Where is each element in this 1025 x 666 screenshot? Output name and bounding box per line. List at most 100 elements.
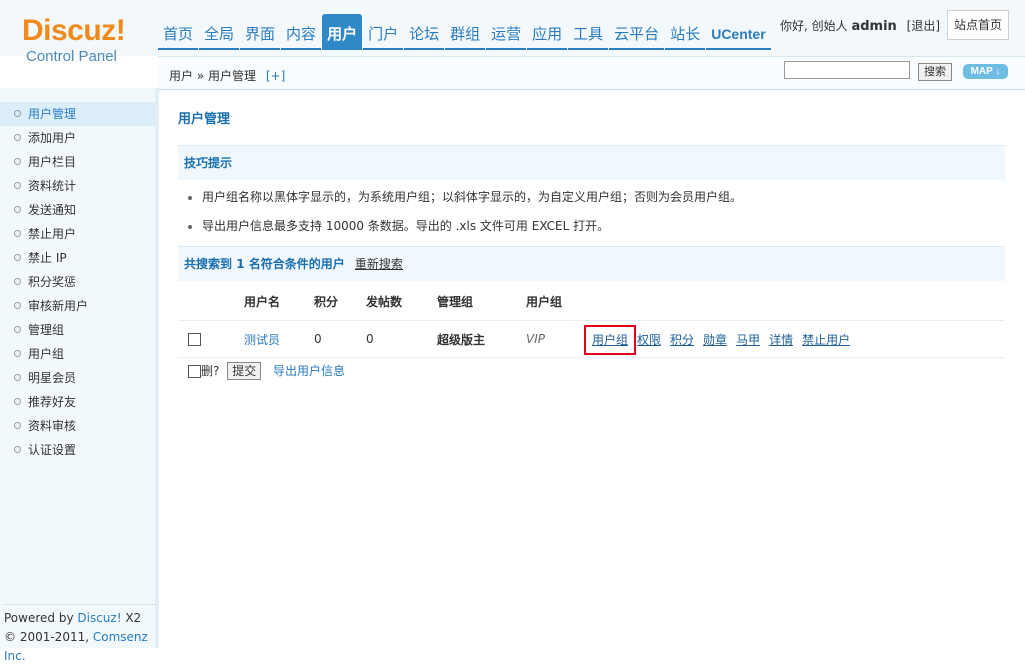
table-footer: 删? 提交 导出用户信息	[188, 362, 345, 380]
export-users-link[interactable]: 导出用户信息	[273, 364, 345, 378]
header-posts: 发帖数	[365, 282, 436, 321]
top-header: Discuz! Control Panel 首页 全局 界面 内容 用户 门户 …	[0, 0, 1025, 65]
nav-global[interactable]: 全局	[199, 14, 240, 50]
logo-brand: Discuz!	[22, 14, 126, 47]
map-button[interactable]: MAP ↓	[963, 64, 1008, 79]
sidebar-item-label: 管理组	[28, 323, 65, 337]
action-details-link[interactable]: 详情	[769, 333, 793, 347]
header-username: 用户名	[243, 282, 313, 321]
nav-forum[interactable]: 论坛	[404, 14, 445, 50]
sidebar-item-recommend-friends[interactable]: 推荐好友	[0, 390, 155, 414]
nav-webmaster[interactable]: 站长	[665, 14, 706, 50]
discuz-link[interactable]: Discuz!	[77, 611, 121, 625]
top-navigation: 首页 全局 界面 内容 用户 门户 论坛 群组 运营 应用 工具 云平台 站长 …	[158, 14, 772, 50]
sidebar-item-ban-ip[interactable]: 禁止 IP	[0, 246, 155, 270]
breadcrumb-current: 用户管理	[208, 69, 257, 83]
sidebar-item-label: 审核新用户	[28, 299, 89, 313]
header-check	[178, 282, 243, 321]
action-medals-link[interactable]: 勋章	[703, 333, 727, 347]
bullet-icon	[14, 398, 21, 405]
sidebar-item-label: 资料统计	[28, 179, 77, 193]
nav-home[interactable]: 首页	[158, 14, 199, 50]
powered-by: Powered by Discuz! X2 © 2001-2011, Comse…	[4, 604, 155, 666]
sidebar-item-admin-groups[interactable]: 管理组	[0, 318, 155, 342]
table-header: 用户名 积分 发帖数 管理组 用户组	[178, 282, 1005, 321]
search-input[interactable]	[784, 61, 910, 79]
greeting: 你好, 创始人	[780, 19, 848, 33]
nav-cloud[interactable]: 云平台	[609, 14, 665, 50]
sidebar-item-label: 积分奖惩	[28, 275, 77, 289]
tips-title: 技巧提示	[184, 156, 233, 170]
header-user-group: 用户组	[525, 282, 591, 321]
sidebar-item-send-notice[interactable]: 发送通知	[0, 198, 155, 222]
search-button[interactable]: 搜索	[918, 63, 952, 81]
delete-checkbox[interactable]	[188, 365, 201, 378]
table-row: 测试员 0 0 超级版主 VIP 用户组 权限 积分 勋章 马甲 详情 禁止用户	[178, 320, 1005, 358]
sidebar-item-add-user[interactable]: 添加用户	[0, 126, 155, 150]
sidebar-item-user-groups[interactable]: 用户组	[0, 342, 155, 366]
bullet-icon	[14, 254, 21, 261]
breadcrumb-separator: »	[196, 69, 205, 83]
action-credits-link[interactable]: 积分	[670, 333, 694, 347]
bullet-icon	[14, 230, 21, 237]
result-prefix: 共搜索到	[184, 257, 237, 271]
credits-cell: 0	[313, 320, 365, 358]
discuz-logo[interactable]: Discuz! Control Panel	[0, 0, 150, 88]
sidebar-item-label: 用户组	[28, 347, 65, 361]
sidebar-item-user-fields[interactable]: 用户栏目	[0, 150, 155, 174]
copyright-prefix: © 2001-2011,	[4, 630, 93, 644]
nav-tools[interactable]: 工具	[568, 14, 609, 50]
nav-portal[interactable]: 门户	[363, 14, 404, 50]
sidebar-item-moderate-users[interactable]: 审核新用户	[0, 294, 155, 318]
action-ban-link[interactable]: 禁止用户	[802, 333, 850, 347]
bullet-icon	[188, 195, 192, 200]
row-checkbox-cell	[178, 320, 243, 358]
result-summary: 共搜索到 1 名符合条件的用户	[178, 257, 345, 271]
action-sockpuppet-link[interactable]: 马甲	[736, 333, 760, 347]
sidebar-item-ban-user[interactable]: 禁止用户	[0, 222, 155, 246]
row-checkbox[interactable]	[188, 333, 201, 346]
header-admin-group: 管理组	[436, 282, 525, 321]
nav-apps[interactable]: 应用	[527, 14, 568, 50]
nav-content[interactable]: 内容	[281, 14, 322, 50]
tip-line: 用户组名称以黑体字显示的，为系统用户组；以斜体字显示的，为自定义用户组；否则为会…	[188, 188, 742, 205]
page-title: 用户管理	[178, 112, 231, 127]
sidebar-menu: 用户管理 添加用户 用户栏目 资料统计 发送通知 禁止用户 禁止 IP 积分奖惩…	[0, 102, 155, 462]
action-usergroup-link[interactable]: 用户组	[583, 324, 637, 355]
sidebar-item-verify-settings[interactable]: 认证设置	[0, 438, 155, 462]
research-link[interactable]: 重新搜索	[355, 257, 403, 271]
sidebar-item-credits[interactable]: 积分奖惩	[0, 270, 155, 294]
sidebar-item-label: 认证设置	[28, 443, 77, 457]
bullet-icon	[14, 302, 21, 309]
bullet-icon	[14, 422, 21, 429]
header-credits: 积分	[313, 282, 365, 321]
bullet-icon	[14, 158, 21, 165]
sidebar-item-profile-stats[interactable]: 资料统计	[0, 174, 155, 198]
bullet-icon	[14, 446, 21, 453]
sidebar-item-label: 用户管理	[28, 107, 77, 121]
sidebar-item-profile-review[interactable]: 资料审核	[0, 414, 155, 438]
bullet-icon	[14, 110, 21, 117]
action-permissions-link[interactable]: 权限	[637, 333, 661, 347]
nav-interface[interactable]: 界面	[240, 14, 281, 50]
bullet-icon	[14, 206, 21, 213]
nav-user[interactable]: 用户	[322, 14, 363, 50]
submit-button[interactable]: 提交	[227, 362, 262, 380]
sidebar-item-star-members[interactable]: 明星会员	[0, 366, 155, 390]
bullet-icon	[14, 374, 21, 381]
logout-link[interactable]: [退出]	[907, 19, 940, 33]
sidebar-item-user-manage[interactable]: 用户管理	[0, 102, 155, 126]
breadcrumb-root[interactable]: 用户	[169, 69, 193, 83]
add-shortcut-link[interactable]: [+]	[266, 69, 285, 83]
tip-text: 导出用户信息最多支持 10000 条数据。导出的 .xls 文件可用 EXCEL…	[202, 219, 610, 233]
bullet-icon	[188, 224, 192, 229]
nav-operation[interactable]: 运营	[486, 14, 527, 50]
nav-ucenter[interactable]: UCenter	[706, 14, 771, 50]
delete-label: 删?	[201, 364, 220, 378]
search-result-bar: 共搜索到 1 名符合条件的用户 重新搜索	[178, 246, 1005, 281]
result-count: 1	[236, 257, 245, 271]
site-home-button[interactable]: 站点首页	[947, 10, 1009, 40]
username-link[interactable]: 测试员	[244, 333, 280, 347]
nav-group[interactable]: 群组	[445, 14, 486, 50]
username: admin	[851, 19, 897, 34]
